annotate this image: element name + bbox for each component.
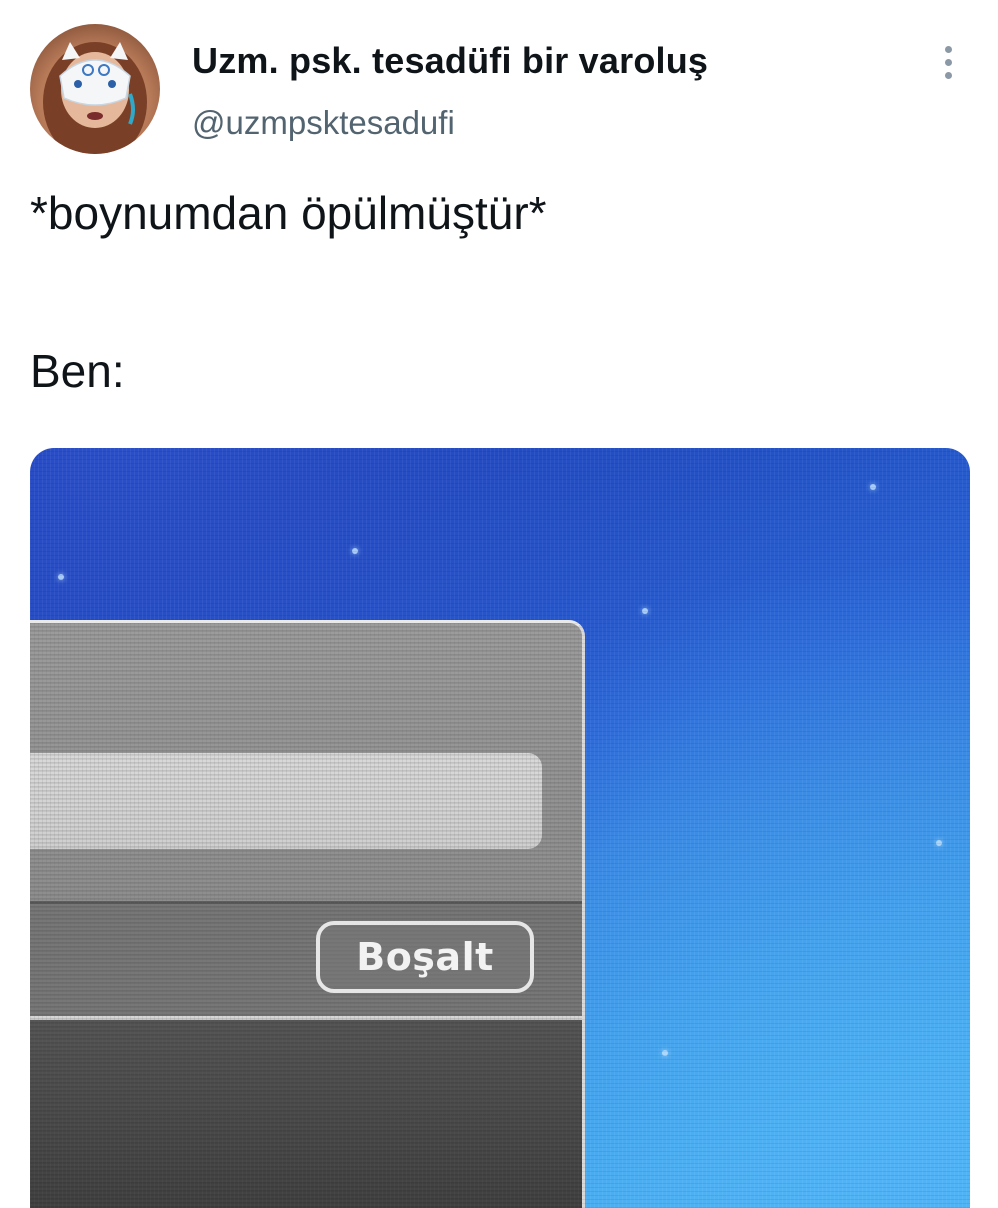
wallpaper-star bbox=[642, 608, 648, 614]
wallpaper-star bbox=[58, 574, 64, 580]
wallpaper-star bbox=[662, 1050, 668, 1056]
wallpaper-star bbox=[352, 548, 358, 554]
tweet-text-line: *boynumdan öpülmüştür* bbox=[30, 187, 547, 239]
tweet-media-photo[interactable]: Boşalt bbox=[30, 448, 970, 1208]
avatar[interactable] bbox=[30, 24, 160, 154]
user-handle[interactable]: @uzmpsktesadufi bbox=[192, 104, 455, 142]
display-name[interactable]: Uzm. psk. tesadüfi bir varoluş bbox=[192, 40, 708, 82]
profile-avatar bbox=[43, 42, 147, 154]
dialog-text-field[interactable] bbox=[30, 753, 542, 849]
more-vertical-icon-dot bbox=[944, 71, 952, 79]
more-vertical-icon bbox=[944, 45, 952, 53]
more-vertical-icon-dot bbox=[944, 58, 952, 66]
wallpaper-star bbox=[936, 840, 942, 846]
tweet-text-line: Ben: bbox=[30, 345, 125, 397]
dialog-bottom-panel bbox=[30, 1020, 582, 1208]
empty-button[interactable]: Boşalt bbox=[316, 921, 534, 993]
trash-dialog: Boşalt bbox=[30, 620, 585, 1208]
wallpaper-star bbox=[870, 484, 876, 490]
more-options-button[interactable] bbox=[928, 40, 968, 84]
